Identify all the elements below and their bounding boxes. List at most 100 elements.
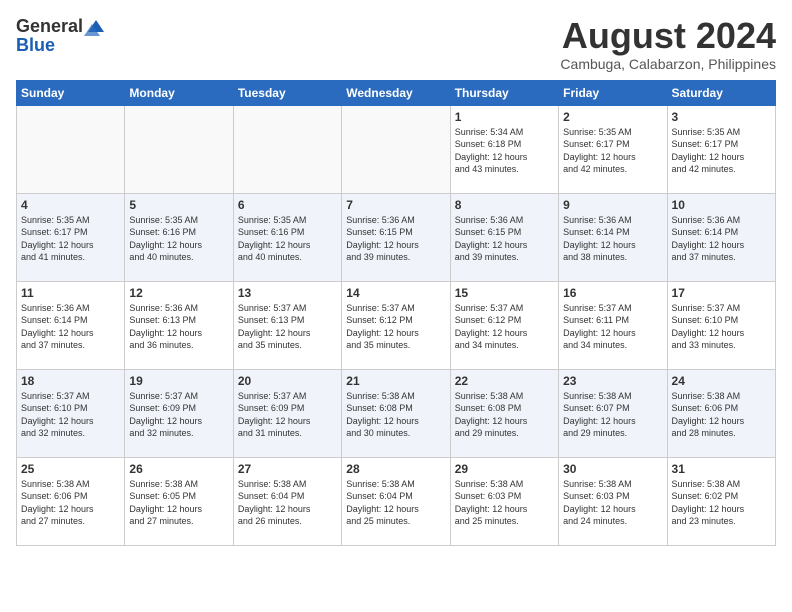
day-detail: Sunrise: 5:38 AM Sunset: 6:02 PM Dayligh… bbox=[672, 478, 771, 528]
calendar-cell: 21Sunrise: 5:38 AM Sunset: 6:08 PM Dayli… bbox=[342, 369, 450, 457]
day-detail: Sunrise: 5:36 AM Sunset: 6:15 PM Dayligh… bbox=[346, 214, 445, 264]
calendar-week-1: 1Sunrise: 5:34 AM Sunset: 6:18 PM Daylig… bbox=[17, 105, 776, 193]
day-number: 16 bbox=[563, 286, 662, 300]
day-detail: Sunrise: 5:37 AM Sunset: 6:13 PM Dayligh… bbox=[238, 302, 337, 352]
calendar-cell bbox=[342, 105, 450, 193]
logo-general: General bbox=[16, 16, 83, 37]
day-number: 26 bbox=[129, 462, 228, 476]
calendar-cell: 13 Sunrise: 5:37 AM Sunset: 6:13 PM Dayli… bbox=[233, 281, 341, 369]
calendar-cell: 5 Sunrise: 5:35 AM Sunset: 6:16 PM Daylig… bbox=[125, 193, 233, 281]
column-header-wednesday: Wednesday bbox=[342, 80, 450, 105]
day-detail: Sunrise: 5:35 AM Sunset: 6:16 PM Dayligh… bbox=[129, 214, 228, 264]
day-number: 3 bbox=[672, 110, 771, 124]
calendar-cell bbox=[17, 105, 125, 193]
day-detail: Sunrise: 5:37 AM Sunset: 6:09 PM Dayligh… bbox=[238, 390, 337, 440]
column-header-monday: Monday bbox=[125, 80, 233, 105]
day-detail: Sunrise: 5:38 AM Sunset: 6:07 PM Dayligh… bbox=[563, 390, 662, 440]
day-number: 30 bbox=[563, 462, 662, 476]
column-header-sunday: Sunday bbox=[17, 80, 125, 105]
calendar-cell: 2 Sunrise: 5:35 AM Sunset: 6:17 PM Daylig… bbox=[559, 105, 667, 193]
calendar-cell: 16 Sunrise: 5:37 AM Sunset: 6:11 PM Dayli… bbox=[559, 281, 667, 369]
day-number: 22 bbox=[455, 374, 554, 388]
calendar-cell bbox=[125, 105, 233, 193]
title-area: August 2024 Cambuga, Calabarzon, Philipp… bbox=[560, 16, 776, 72]
calendar-cell: 7 Sunrise: 5:36 AM Sunset: 6:15 PM Daylig… bbox=[342, 193, 450, 281]
calendar-cell: 4Sunrise: 5:35 AM Sunset: 6:17 PM Daylig… bbox=[17, 193, 125, 281]
day-detail: Sunrise: 5:37 AM Sunset: 6:12 PM Dayligh… bbox=[346, 302, 445, 352]
calendar-table: SundayMondayTuesdayWednesdayThursdayFrid… bbox=[16, 80, 776, 546]
day-number: 17 bbox=[672, 286, 771, 300]
calendar-cell: 17 Sunrise: 5:37 AM Sunset: 6:10 PM Dayli… bbox=[667, 281, 775, 369]
column-header-tuesday: Tuesday bbox=[233, 80, 341, 105]
day-number: 12 bbox=[129, 286, 228, 300]
calendar-cell: 9 Sunrise: 5:36 AM Sunset: 6:14 PM Daylig… bbox=[559, 193, 667, 281]
calendar-cell: 20Sunrise: 5:37 AM Sunset: 6:09 PM Dayli… bbox=[233, 369, 341, 457]
day-detail: Sunrise: 5:38 AM Sunset: 6:06 PM Dayligh… bbox=[672, 390, 771, 440]
calendar-cell: 30Sunrise: 5:38 AM Sunset: 6:03 PM Dayli… bbox=[559, 457, 667, 545]
calendar-cell: 15 Sunrise: 5:37 AM Sunset: 6:12 PM Dayli… bbox=[450, 281, 558, 369]
calendar-cell: 29Sunrise: 5:38 AM Sunset: 6:03 PM Dayli… bbox=[450, 457, 558, 545]
day-number: 2 bbox=[563, 110, 662, 124]
day-detail: Sunrise: 5:38 AM Sunset: 6:08 PM Dayligh… bbox=[346, 390, 445, 440]
day-number: 11 bbox=[21, 286, 120, 300]
day-number: 13 bbox=[238, 286, 337, 300]
calendar-week-3: 11Sunrise: 5:36 AM Sunset: 6:14 PM Dayli… bbox=[17, 281, 776, 369]
logo-blue: Blue bbox=[16, 35, 55, 56]
day-number: 7 bbox=[346, 198, 445, 212]
logo-icon bbox=[84, 18, 106, 36]
calendar-cell: 26 Sunrise: 5:38 AM Sunset: 6:05 PM Dayli… bbox=[125, 457, 233, 545]
column-header-friday: Friday bbox=[559, 80, 667, 105]
day-number: 28 bbox=[346, 462, 445, 476]
location: Cambuga, Calabarzon, Philippines bbox=[560, 56, 776, 72]
day-detail: Sunrise: 5:36 AM Sunset: 6:15 PM Dayligh… bbox=[455, 214, 554, 264]
day-detail: Sunrise: 5:38 AM Sunset: 6:04 PM Dayligh… bbox=[238, 478, 337, 528]
day-number: 25 bbox=[21, 462, 120, 476]
day-detail: Sunrise: 5:36 AM Sunset: 6:13 PM Dayligh… bbox=[129, 302, 228, 352]
day-number: 9 bbox=[563, 198, 662, 212]
calendar-cell: 19 Sunrise: 5:37 AM Sunset: 6:09 PM Dayli… bbox=[125, 369, 233, 457]
calendar-cell: 25 Sunrise: 5:38 AM Sunset: 6:06 PM Dayli… bbox=[17, 457, 125, 545]
calendar-week-4: 18 Sunrise: 5:37 AM Sunset: 6:10 PM Dayli… bbox=[17, 369, 776, 457]
day-number: 15 bbox=[455, 286, 554, 300]
day-number: 18 bbox=[21, 374, 120, 388]
calendar-cell: 28 Sunrise: 5:38 AM Sunset: 6:04 PM Dayli… bbox=[342, 457, 450, 545]
day-detail: Sunrise: 5:36 AM Sunset: 6:14 PM Dayligh… bbox=[563, 214, 662, 264]
day-number: 6 bbox=[238, 198, 337, 212]
day-detail: Sunrise: 5:37 AM Sunset: 6:10 PM Dayligh… bbox=[672, 302, 771, 352]
calendar-cell: 8Sunrise: 5:36 AM Sunset: 6:15 PM Daylig… bbox=[450, 193, 558, 281]
day-number: 24 bbox=[672, 374, 771, 388]
calendar-week-2: 4Sunrise: 5:35 AM Sunset: 6:17 PM Daylig… bbox=[17, 193, 776, 281]
day-number: 4 bbox=[21, 198, 120, 212]
calendar-body: 1Sunrise: 5:34 AM Sunset: 6:18 PM Daylig… bbox=[17, 105, 776, 545]
day-detail: Sunrise: 5:35 AM Sunset: 6:16 PM Dayligh… bbox=[238, 214, 337, 264]
day-detail: Sunrise: 5:38 AM Sunset: 6:05 PM Dayligh… bbox=[129, 478, 228, 528]
calendar-cell: 23 Sunrise: 5:38 AM Sunset: 6:07 PM Dayli… bbox=[559, 369, 667, 457]
day-detail: Sunrise: 5:37 AM Sunset: 6:11 PM Dayligh… bbox=[563, 302, 662, 352]
day-detail: Sunrise: 5:38 AM Sunset: 6:04 PM Dayligh… bbox=[346, 478, 445, 528]
day-number: 19 bbox=[129, 374, 228, 388]
day-detail: Sunrise: 5:38 AM Sunset: 6:06 PM Dayligh… bbox=[21, 478, 120, 528]
day-number: 1 bbox=[455, 110, 554, 124]
day-number: 29 bbox=[455, 462, 554, 476]
calendar-cell: 31 Sunrise: 5:38 AM Sunset: 6:02 PM Dayli… bbox=[667, 457, 775, 545]
day-number: 23 bbox=[563, 374, 662, 388]
day-detail: Sunrise: 5:35 AM Sunset: 6:17 PM Dayligh… bbox=[563, 126, 662, 176]
day-detail: Sunrise: 5:37 AM Sunset: 6:09 PM Dayligh… bbox=[129, 390, 228, 440]
calendar-cell: 22Sunrise: 5:38 AM Sunset: 6:08 PM Dayli… bbox=[450, 369, 558, 457]
day-number: 31 bbox=[672, 462, 771, 476]
calendar-cell: 27Sunrise: 5:38 AM Sunset: 6:04 PM Dayli… bbox=[233, 457, 341, 545]
day-detail: Sunrise: 5:37 AM Sunset: 6:10 PM Dayligh… bbox=[21, 390, 120, 440]
column-header-thursday: Thursday bbox=[450, 80, 558, 105]
month-title: August 2024 bbox=[560, 16, 776, 56]
calendar-cell: 18 Sunrise: 5:37 AM Sunset: 6:10 PM Dayli… bbox=[17, 369, 125, 457]
calendar-cell: 1Sunrise: 5:34 AM Sunset: 6:18 PM Daylig… bbox=[450, 105, 558, 193]
calendar-cell: 11Sunrise: 5:36 AM Sunset: 6:14 PM Dayli… bbox=[17, 281, 125, 369]
day-number: 14 bbox=[346, 286, 445, 300]
calendar-cell: 3Sunrise: 5:35 AM Sunset: 6:17 PM Daylig… bbox=[667, 105, 775, 193]
day-detail: Sunrise: 5:36 AM Sunset: 6:14 PM Dayligh… bbox=[672, 214, 771, 264]
calendar-cell: 24 Sunrise: 5:38 AM Sunset: 6:06 PM Dayli… bbox=[667, 369, 775, 457]
calendar-cell: 10Sunrise: 5:36 AM Sunset: 6:14 PM Dayli… bbox=[667, 193, 775, 281]
day-detail: Sunrise: 5:37 AM Sunset: 6:12 PM Dayligh… bbox=[455, 302, 554, 352]
logo: General Blue bbox=[16, 16, 106, 56]
day-number: 5 bbox=[129, 198, 228, 212]
